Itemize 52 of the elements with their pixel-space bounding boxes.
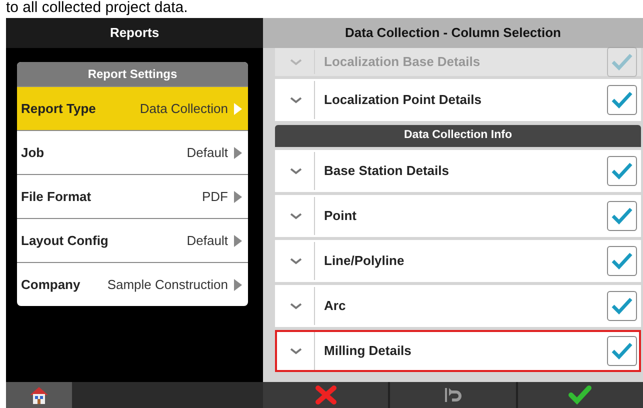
chevron-icon[interactable]	[290, 212, 302, 220]
arrow-icon	[234, 278, 242, 290]
checkbox[interactable]	[607, 201, 637, 231]
undo-button[interactable]	[390, 382, 516, 408]
column-label: Localization Base Details	[323, 53, 482, 72]
column-label: Arc	[323, 297, 347, 316]
home-button[interactable]	[6, 382, 72, 408]
arrow-icon	[234, 234, 242, 246]
settings-row[interactable]: Job Default	[17, 130, 248, 174]
caption-text: to all collected project data.	[5, 0, 189, 18]
setting-label: Job	[21, 144, 44, 162]
checkbox[interactable]	[607, 336, 637, 366]
chevron-icon[interactable]	[290, 302, 302, 310]
setting-value: PDF	[202, 188, 228, 206]
setting-value: Data Collection	[140, 100, 228, 118]
checkbox[interactable]	[607, 291, 637, 321]
setting-value: Default	[186, 232, 228, 250]
chevron-icon[interactable]	[290, 96, 302, 104]
column-label: Localization Point Details	[323, 91, 482, 110]
home-icon	[29, 386, 49, 404]
arrow-icon	[234, 146, 242, 158]
undo-icon	[442, 386, 463, 404]
check-icon	[568, 385, 592, 405]
section-header: Data Collection Info	[275, 125, 641, 147]
accept-button[interactable]	[518, 382, 643, 408]
chevron-icon[interactable]	[290, 348, 302, 354]
setting-value: Sample Construction	[107, 276, 228, 294]
setting-label: File Format	[21, 188, 92, 206]
setting-label: Layout Config	[21, 232, 108, 250]
column-label: Point	[323, 207, 358, 226]
column-label: Milling Details	[323, 342, 412, 360]
chevron-icon[interactable]	[290, 168, 302, 174]
settings-row[interactable]: Report Type Data Collection	[17, 86, 248, 130]
column-label: Base Station Details	[323, 162, 450, 180]
settings-row[interactable]: Company Sample Construction	[17, 262, 248, 306]
settings-row[interactable]: Layout Config Default	[17, 218, 248, 262]
cancel-button[interactable]	[263, 382, 388, 408]
chevron-icon[interactable]	[290, 258, 302, 264]
arrow-icon	[234, 102, 242, 114]
column-label: Line/Polyline	[323, 252, 406, 270]
checkbox[interactable]	[607, 156, 637, 186]
checkbox[interactable]	[607, 85, 637, 115]
arrow-icon	[234, 190, 242, 202]
panel-title: Data Collection - Column Selection	[263, 18, 643, 48]
setting-value: Default	[186, 144, 228, 162]
panel-title: Reports	[6, 18, 263, 48]
checkbox[interactable]	[607, 246, 637, 276]
setting-label: Report Type	[21, 100, 96, 118]
card-header: Report Settings	[17, 62, 248, 86]
close-icon	[314, 385, 337, 405]
settings-row[interactable]: File Format PDF	[17, 174, 248, 218]
setting-label: Company	[21, 276, 80, 294]
